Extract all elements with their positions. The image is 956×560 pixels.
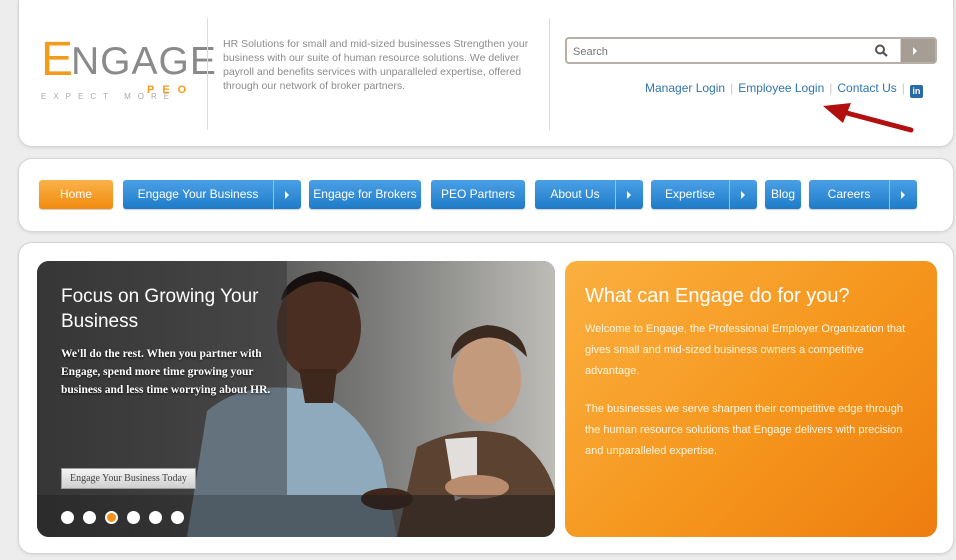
slider-dot[interactable] [127, 511, 140, 524]
chevron-right-icon[interactable] [729, 180, 757, 209]
nav-panel: Home Engage Your Business Engage for Bro… [18, 158, 954, 232]
main-panel: Focus on Growing Your Business We'll do … [18, 242, 954, 554]
hero-body: We'll do the rest. When you partner with… [61, 348, 271, 396]
logo-tagline: EXPECT MORE [41, 92, 177, 101]
link-separator: | [901, 81, 905, 95]
linkedin-icon[interactable]: in [909, 85, 923, 98]
contact-us-link[interactable]: Contact Us [837, 81, 896, 95]
search-icon[interactable] [873, 43, 891, 59]
header-divider [207, 18, 208, 130]
nav-label: Home [59, 187, 92, 201]
header-intro-text: HR Solutions for small and mid-sized bus… [223, 38, 529, 92]
chevron-right-icon[interactable] [273, 180, 301, 209]
slider-dot[interactable] [83, 511, 96, 524]
nav-label: Engage Your Business [137, 187, 259, 201]
header-divider [549, 18, 550, 130]
nav-label: About Us [550, 187, 600, 201]
header-panel: E NGAGE PEO EXPECT MORE HR Solutions for… [18, 0, 954, 147]
info-paragraph-1: Welcome to Engage, the Professional Empl… [585, 323, 906, 377]
slider-dot[interactable] [105, 511, 118, 524]
employee-login-link[interactable]: Employee Login [738, 81, 824, 95]
hero-slider[interactable]: Focus on Growing Your Business We'll do … [37, 261, 555, 537]
red-arrow-annotation-icon [823, 103, 914, 133]
nav-engage-for-brokers[interactable]: Engage for Brokers [309, 180, 421, 209]
link-separator: | [829, 81, 833, 95]
nav-label: PEO Partners [440, 187, 516, 201]
engage-peo-logo[interactable]: E NGAGE PEO EXPECT MORE [41, 33, 216, 106]
top-links: Manager Login | Employee Login | Contact Us |… [645, 81, 923, 98]
link-separator: | [730, 81, 734, 95]
nav-home[interactable]: Home [39, 180, 113, 209]
info-paragraph-2: The businesses we serve sharpen their co… [585, 403, 903, 457]
slider-dot[interactable] [61, 511, 74, 524]
nav-careers[interactable]: Careers [809, 180, 917, 209]
logo-letter: E [41, 33, 74, 86]
search-go-button[interactable] [900, 39, 935, 62]
slider-dot[interactable] [171, 511, 184, 524]
info-box: What can Engage do for you? Welcome to E… [565, 261, 937, 537]
chevron-right-icon[interactable] [615, 180, 643, 209]
arrow-right-icon [913, 47, 917, 55]
nav-peo-partners[interactable]: PEO Partners [431, 180, 525, 209]
nav-expertise[interactable]: Expertise [651, 180, 757, 209]
nav-label: Expertise [664, 187, 716, 201]
hero-title: Focus on Growing Your Business [61, 286, 259, 332]
slider-dot[interactable] [149, 511, 162, 524]
nav-engage-your-business[interactable]: Engage Your Business [123, 180, 301, 209]
chevron-right-icon[interactable] [889, 180, 917, 209]
nav-about-us[interactable]: About Us [535, 180, 643, 209]
nav-label: Careers [827, 187, 871, 201]
nav-blog[interactable]: Blog [765, 180, 801, 209]
search-box [565, 37, 937, 64]
info-title: What can Engage do for you? [585, 285, 850, 307]
logo-word: NGAGE [71, 40, 217, 83]
manager-login-link[interactable]: Manager Login [645, 81, 725, 95]
nav-label: Blog [770, 187, 796, 201]
engage-your-business-today-button[interactable]: Engage Your Business Today [61, 468, 196, 489]
nav-label: Engage for Brokers [313, 187, 417, 201]
search-input[interactable] [571, 42, 875, 61]
